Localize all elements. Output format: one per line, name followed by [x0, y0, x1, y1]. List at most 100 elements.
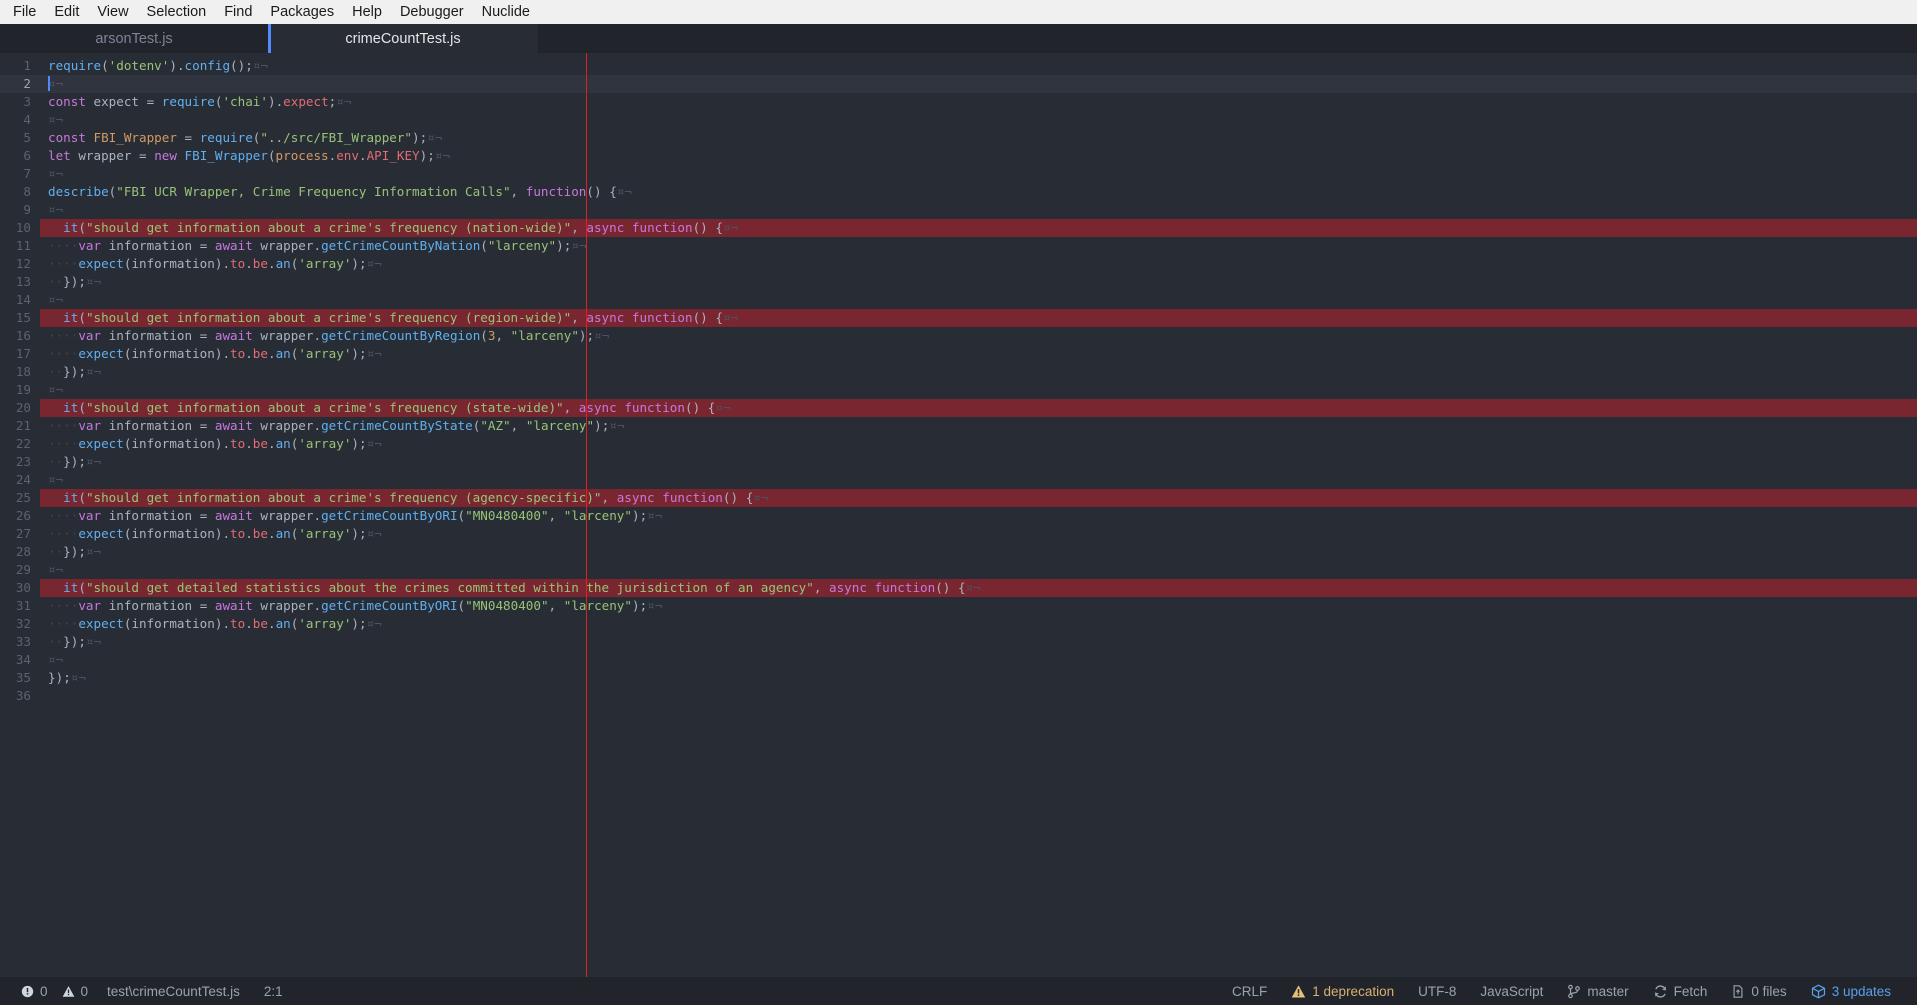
- git-branch-label: master: [1587, 983, 1629, 999]
- line-background: [40, 291, 1917, 309]
- code-line[interactable]: 20 ··it("should get information about a c…: [0, 399, 1917, 417]
- line-number: 2: [23, 76, 31, 91]
- code-line[interactable]: 32 ····expect(information).to.be.an('arra…: [0, 615, 1917, 633]
- code-line[interactable]: 17 ····expect(information).to.be.an('arra…: [0, 345, 1917, 363]
- menu-bar: File Edit View Selection Find Packages Help Deb…: [0, 0, 1917, 24]
- code-line[interactable]: 24 ¤¬: [0, 471, 1917, 489]
- code-line[interactable]: 35});¤¬: [0, 669, 1917, 687]
- line-number: 29: [15, 562, 31, 577]
- line-number: 27: [15, 526, 31, 541]
- menu-item-selection[interactable]: Selection: [138, 2, 216, 22]
- code-line[interactable]: 13 ··});¤¬: [0, 273, 1917, 291]
- menu-item-edit[interactable]: Edit: [45, 2, 88, 22]
- code-line[interactable]: 25 ··it("should get information about a c…: [0, 489, 1917, 507]
- code-line[interactable]: 14 ¤¬: [0, 291, 1917, 309]
- menu-item-file[interactable]: File: [4, 2, 45, 22]
- encoding-label: UTF-8: [1418, 983, 1457, 999]
- line-number: 20: [15, 400, 31, 415]
- line-content: ¤¬: [48, 562, 64, 577]
- changed-files-label: 0 files: [1751, 983, 1787, 999]
- error-count-label: 0: [40, 983, 48, 999]
- code-line[interactable]: 3 const expect = require('chai').expect;¤…: [0, 93, 1917, 111]
- code-line[interactable]: 10 ··it("should get information about a c…: [0, 219, 1917, 237]
- menu-item-packages[interactable]: Packages: [261, 2, 343, 22]
- line-number: 10: [15, 220, 31, 235]
- menu-item-view[interactable]: View: [88, 2, 137, 22]
- grammar-selector[interactable]: JavaScript: [1468, 984, 1555, 999]
- code-line[interactable]: 4 ¤¬: [0, 111, 1917, 129]
- code-line[interactable]: 22 ····expect(information).to.be.an('arra…: [0, 435, 1917, 453]
- code-line[interactable]: 30 ··it("should get detailed statistics a…: [0, 579, 1917, 597]
- git-branch-indicator[interactable]: master: [1555, 984, 1640, 999]
- code-line[interactable]: 15 ··it("should get information about a c…: [0, 309, 1917, 327]
- code-line[interactable]: 8 describe("FBI UCR Wrapper, Crime Freque…: [0, 183, 1917, 201]
- tab-crimeCountTest-js[interactable]: crimeCountTest.js: [268, 24, 538, 53]
- menu-item-find[interactable]: Find: [215, 2, 261, 22]
- line-content: ¤¬: [48, 202, 64, 217]
- code-line[interactable]: 27 ····expect(information).to.be.an('arra…: [0, 525, 1917, 543]
- changed-files-indicator[interactable]: 0 files: [1719, 984, 1798, 999]
- code-line[interactable]: 9 ¤¬: [0, 201, 1917, 219]
- line-content: ¤¬: [48, 76, 64, 91]
- menu-item-help[interactable]: Help: [343, 2, 391, 22]
- code-line[interactable]: 1 require('dotenv').config();¤¬: [0, 57, 1917, 75]
- line-number: 6: [23, 148, 31, 163]
- line-number: 33: [15, 634, 31, 649]
- git-fetch-button[interactable]: Fetch: [1641, 984, 1720, 999]
- line-background: [40, 453, 1917, 471]
- code-line[interactable]: 19 ¤¬: [0, 381, 1917, 399]
- menu-item-nuclide[interactable]: Nuclide: [473, 2, 539, 22]
- editor-lines: 1 require('dotenv').config();¤¬ 2 ¤¬ 3 const …: [0, 53, 1917, 705]
- warning-count-indicator[interactable]: 0: [55, 984, 96, 999]
- line-content: ··it("should get information about a cri…: [48, 490, 769, 505]
- tab-arsonTest-js[interactable]: arsonTest.js: [0, 24, 268, 53]
- encoding-selector[interactable]: UTF-8: [1406, 984, 1468, 999]
- line-content: describe("FBI UCR Wrapper, Crime Frequen…: [48, 184, 632, 199]
- code-editor[interactable]: 1 require('dotenv').config();¤¬ 2 ¤¬ 3 const …: [0, 53, 1917, 977]
- line-content: [40, 687, 48, 705]
- line-number: 28: [15, 544, 31, 559]
- line-content: ····expect(information).to.be.an('array'…: [48, 346, 382, 361]
- tab-label: crimeCountTest.js: [345, 30, 461, 47]
- code-line[interactable]: 21 ····var information = await wrapper.ge…: [0, 417, 1917, 435]
- code-line[interactable]: 34 ¤¬: [0, 651, 1917, 669]
- code-line[interactable]: 16 ····var information = await wrapper.ge…: [0, 327, 1917, 345]
- code-line[interactable]: 28 ··});¤¬: [0, 543, 1917, 561]
- line-content: ··it("should get information about a cri…: [48, 310, 739, 325]
- code-line[interactable]: 36: [0, 687, 1917, 705]
- line-content: ¤¬: [48, 166, 64, 181]
- cursor-position-indicator[interactable]: 2:1: [252, 984, 295, 999]
- line-number: 1: [23, 58, 31, 73]
- line-number: 3: [23, 94, 31, 109]
- deprecation-indicator[interactable]: 1 deprecation: [1279, 984, 1406, 999]
- error-count-indicator[interactable]: 0: [14, 984, 55, 999]
- line-ending-label: CRLF: [1232, 983, 1268, 999]
- line-number: 21: [15, 418, 31, 433]
- code-line[interactable]: 18 ··});¤¬: [0, 363, 1917, 381]
- line-content: ··});¤¬: [48, 634, 102, 649]
- package-box-icon: [1811, 984, 1826, 999]
- code-line[interactable]: 31 ····var information = await wrapper.ge…: [0, 597, 1917, 615]
- line-number: 30: [15, 580, 31, 595]
- line-content: ····var information = await wrapper.getC…: [48, 238, 587, 253]
- menu-item-debugger[interactable]: Debugger: [391, 2, 473, 22]
- code-line[interactable]: 2 ¤¬: [0, 75, 1917, 93]
- line-number: 16: [15, 328, 31, 343]
- code-line[interactable]: 12 ····expect(information).to.be.an('arra…: [0, 255, 1917, 273]
- code-line[interactable]: 33 ··});¤¬: [0, 633, 1917, 651]
- file-path-indicator[interactable]: test\crimeCountTest.js: [95, 984, 252, 999]
- line-number: 4: [23, 112, 31, 127]
- grammar-label: JavaScript: [1480, 983, 1544, 999]
- line-background: [40, 165, 1917, 183]
- atom-editor-window: File Edit View Selection Find Packages Help Deb…: [0, 0, 1917, 1005]
- line-number: 36: [15, 688, 31, 703]
- code-line[interactable]: 5 const FBI_Wrapper = require("../src/FBI…: [0, 129, 1917, 147]
- code-line[interactable]: 29 ¤¬: [0, 561, 1917, 579]
- code-line[interactable]: 23 ··});¤¬: [0, 453, 1917, 471]
- code-line[interactable]: 7 ¤¬: [0, 165, 1917, 183]
- line-ending-selector[interactable]: CRLF: [1220, 984, 1279, 999]
- updates-indicator[interactable]: 3 updates: [1799, 984, 1903, 999]
- code-line[interactable]: 26 ····var information = await wrapper.ge…: [0, 507, 1917, 525]
- code-line[interactable]: 11 ····var information = await wrapper.ge…: [0, 237, 1917, 255]
- code-line[interactable]: 6 let wrapper = new FBI_Wrapper(process.e…: [0, 147, 1917, 165]
